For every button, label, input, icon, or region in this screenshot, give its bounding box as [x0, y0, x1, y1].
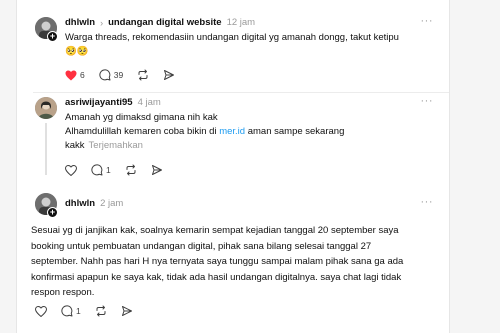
repost-icon: [138, 69, 148, 81]
post-header: dhlwln 2 jam: [65, 198, 123, 209]
like-button[interactable]: [65, 164, 77, 176]
send-icon: [151, 165, 162, 175]
emoji: 🥺🥺: [65, 46, 89, 57]
like-button[interactable]: [35, 305, 47, 317]
reply-button[interactable]: 1: [91, 164, 111, 176]
username[interactable]: dhlwln: [65, 198, 95, 209]
share-button[interactable]: [121, 305, 133, 317]
post-actions: 1: [35, 305, 147, 317]
timestamp: 12 jam: [226, 17, 256, 28]
post-text-content: Warga threads, rekomendasiin undangan di…: [65, 32, 399, 43]
repost-button[interactable]: [95, 305, 107, 317]
avatar[interactable]: [35, 97, 57, 119]
reply-count: 39: [113, 70, 124, 80]
reply-count: 1: [106, 165, 111, 175]
send-icon: [164, 70, 175, 80]
post-line: kakk: [65, 140, 85, 151]
post-actions: 6 39: [65, 69, 189, 81]
timestamp: 4 jam: [137, 97, 161, 108]
post-line: september. Nahh pas hari H nya ternyata …: [31, 256, 404, 267]
post-line: Amanah yg dimaksd gimana nih kak: [65, 112, 218, 123]
post-actions: 1: [65, 164, 177, 176]
topic-tag[interactable]: undangan digital website: [108, 17, 221, 28]
post-line: Alhamdulillah kemaren coba bikin di: [65, 126, 220, 137]
reply-button[interactable]: 1: [61, 305, 81, 317]
repost-button[interactable]: [125, 164, 137, 176]
post-header: asriwijayanti95 4 jam: [65, 97, 161, 108]
post-line: booking untuk pembuatan undangan digital…: [31, 240, 372, 252]
thread-card: + dhlwln › undangan digital website 12 j…: [16, 0, 450, 333]
follow-plus-icon[interactable]: +: [47, 207, 58, 218]
repost-icon: [126, 164, 136, 176]
post-original: + dhlwln › undangan digital website 12 j…: [17, 0, 449, 92]
post-line: konfirmasi apapun ke saya kak, tidak ada…: [31, 271, 402, 283]
heart-icon: [65, 70, 77, 80]
timestamp: 2 jam: [100, 198, 124, 209]
more-options-icon[interactable]: ···: [421, 15, 434, 27]
post-text: Sesuai yg di janjikan kak, soalnya kemar…: [31, 223, 447, 301]
more-options-icon[interactable]: ···: [421, 196, 434, 208]
thread-line: [45, 123, 47, 175]
share-button[interactable]: [163, 69, 175, 81]
repost-button[interactable]: [137, 69, 149, 81]
repost-icon: [96, 305, 106, 317]
translate-link[interactable]: Terjemahkan: [89, 140, 143, 151]
like-count: 6: [80, 70, 85, 80]
comment-icon: [61, 305, 73, 317]
post-header: dhlwln › undangan digital website 12 jam: [65, 17, 255, 28]
reply-button[interactable]: 39: [99, 69, 123, 81]
heart-icon: [35, 305, 47, 317]
username[interactable]: dhlwln: [65, 17, 95, 28]
post-line: respon respon.: [31, 287, 95, 298]
comment-icon: [91, 164, 103, 176]
post-line: Sesuai yg di janjikan kak, soalnya kemar…: [31, 225, 399, 236]
reply-post: asriwijayanti95 4 jam ··· Amanah yg dima…: [17, 93, 449, 183]
more-options-icon[interactable]: ···: [421, 95, 434, 107]
post-line: aman sampe sekarang: [245, 126, 345, 137]
share-button[interactable]: [151, 164, 163, 176]
post-text: Warga threads, rekomendasiin undangan di…: [65, 31, 445, 59]
follow-plus-icon[interactable]: +: [47, 31, 58, 42]
heart-icon: [65, 164, 77, 176]
like-button[interactable]: 6: [65, 70, 85, 81]
username[interactable]: asriwijayanti95: [65, 97, 133, 108]
link-mer-id[interactable]: mer.id: [219, 126, 245, 137]
send-icon: [121, 306, 132, 316]
post-text: Amanah yg dimaksd gimana nih kak Alhamdu…: [65, 111, 445, 153]
chevron-right-icon: ›: [100, 17, 104, 28]
comment-icon: [99, 69, 111, 81]
reply-count: 1: [76, 306, 81, 316]
reply-post: + dhlwln 2 jam ··· Sesuai yg di janjikan…: [17, 183, 449, 333]
